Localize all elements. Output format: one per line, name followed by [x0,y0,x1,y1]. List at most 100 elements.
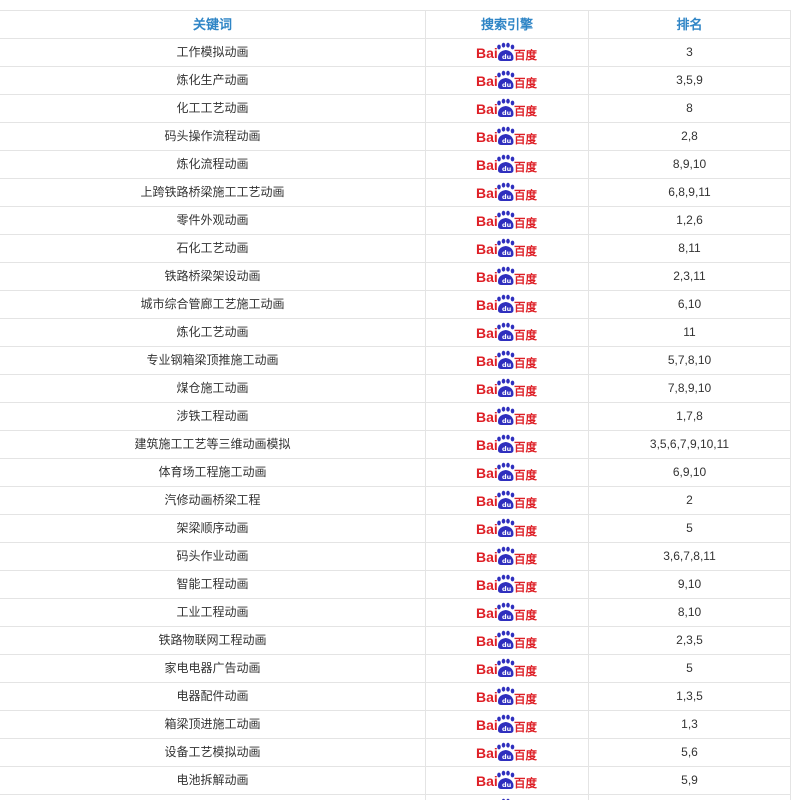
baidu-logo-text-right: 百度 [514,580,537,594]
baidu-logo-text-left: Bai [476,297,498,313]
rank-cell: 8,9,10 [672,157,707,171]
baidu-logo-text-right: 百度 [514,104,537,118]
keyword-cell: 炼化工艺动画 [176,325,249,339]
baidu-logo-icon[interactable]: Bai du 百度 [476,237,538,259]
rank-cell: 6,8,9,11 [668,185,711,199]
rank-cell: 1,3 [681,717,698,731]
engine-cell: Bai du 百度 [426,319,588,346]
baidu-logo-icon[interactable]: Bai du 百度 [476,741,538,763]
baidu-logo-icon[interactable]: Bai du 百度 [476,713,538,735]
engine-cell: Bai du 百度 [426,123,588,150]
table-row: 体育场工程施工动画 Bai du 百度 6,9,10 [0,459,790,487]
baidu-logo-text-right: 百度 [514,216,537,230]
baidu-logo-text-left: Bai [476,409,498,425]
svg-text:du: du [502,333,512,341]
baidu-logo-icon[interactable]: Bai du 百度 [476,293,538,315]
svg-text:du: du [502,389,512,397]
baidu-logo-icon[interactable]: Bai du 百度 [476,125,538,147]
baidu-logo-text-left: Bai [476,689,498,705]
table-row: 炼化工艺动画 Bai du 百度 11 [0,319,790,347]
engine-cell: Bai du 百度 [426,599,588,626]
rank-cell: 3,6,7,8,11 [663,549,716,563]
baidu-logo-icon[interactable]: Bai du 百度 [476,629,538,651]
engine-cell: Bai du 百度 [426,767,588,794]
table-row: 设备工艺模拟动画 Bai du 百度 5,6 [0,739,790,767]
rank-cell: 2 [686,493,693,507]
baidu-logo-text-right: 百度 [514,468,537,482]
engine-cell: Bai du 百度 [426,207,588,234]
baidu-logo-text-left: Bai [476,661,498,677]
baidu-logo-icon[interactable]: Bai du 百度 [476,321,538,343]
baidu-logo-text-left: Bai [476,773,498,789]
table-row: 工业工程动画 Bai du 百度 8,10 [0,599,790,627]
baidu-logo-icon[interactable]: Bai du 百度 [476,769,538,791]
baidu-logo-icon[interactable]: Bai du 百度 [476,685,538,707]
table-row: Bai du 百度 [0,795,790,800]
baidu-logo-icon[interactable]: Bai du 百度 [476,153,538,175]
rank-cell: 7,8,9,10 [667,381,712,395]
baidu-logo-icon[interactable]: Bai du 百度 [476,97,538,119]
keyword-cell: 炼化流程动画 [176,157,249,171]
baidu-logo-icon[interactable]: Bai du 百度 [476,349,538,371]
keyword-cell: 石化工艺动画 [176,241,249,255]
baidu-logo-icon[interactable]: Bai du 百度 [476,377,538,399]
table-row: 电池拆解动画 Bai du 百度 5,9 [0,767,790,795]
baidu-logo-icon[interactable]: Bai du 百度 [476,601,538,623]
baidu-logo-icon[interactable]: Bai du 百度 [476,265,538,287]
keyword-cell: 设备工艺模拟动画 [164,745,261,759]
baidu-logo-icon[interactable]: Bai du 百度 [476,489,538,511]
baidu-logo-text-right: 百度 [514,188,537,202]
engine-cell: Bai du 百度 [426,571,588,598]
svg-text:du: du [502,305,512,313]
baidu-logo-icon[interactable]: Bai du 百度 [476,405,538,427]
baidu-logo-text-right: 百度 [514,720,537,734]
baidu-logo-icon[interactable]: Bai du 百度 [476,517,538,539]
baidu-logo-icon[interactable]: Bai du 百度 [476,573,538,595]
keyword-cell: 煤仓施工动画 [176,381,249,395]
keyword-cell: 建筑施工工艺等三维动画模拟 [134,437,291,451]
keyword-cell: 码头操作流程动画 [164,129,261,143]
table-row: 城市综合管廊工艺施工动画 Bai du 百度 6,10 [0,291,790,319]
baidu-logo-icon[interactable]: Bai du 百度 [476,461,538,483]
svg-text:du: du [502,165,512,173]
baidu-logo-icon[interactable]: Bai du 百度 [476,545,538,567]
baidu-logo-text-right: 百度 [514,440,537,454]
baidu-logo-icon[interactable]: Bai du 百度 [476,69,538,91]
baidu-logo-text-left: Bai [476,381,498,397]
keyword-cell: 架梁顺序动画 [176,521,249,535]
rank-cell: 11 [683,325,696,339]
baidu-logo-text-right: 百度 [514,636,537,650]
keyword-cell [0,795,425,800]
keyword-cell: 零件外观动画 [176,213,249,227]
baidu-logo-icon[interactable]: Bai du 百度 [476,41,538,63]
engine-cell: Bai du 百度 [426,683,588,710]
baidu-logo-text-left: Bai [476,465,498,481]
baidu-logo-icon[interactable]: Bai du 百度 [476,433,538,455]
rank-cell: 5 [686,661,693,675]
rank-cell: 2,8 [681,129,698,143]
baidu-logo-text-right: 百度 [514,412,537,426]
svg-text:du: du [502,697,512,705]
baidu-logo-icon[interactable]: Bai du 百度 [476,181,538,203]
svg-text:du: du [502,249,512,257]
keyword-cell: 上跨铁路桥梁施工工艺动画 [140,185,285,199]
svg-text:du: du [502,725,512,733]
baidu-logo-icon[interactable]: Bai du 百度 [476,657,538,679]
keyword-cell: 炼化生产动画 [176,73,249,87]
svg-text:du: du [502,81,512,89]
rank-cell: 6,9,10 [672,465,707,479]
table-row: 建筑施工工艺等三维动画模拟 Bai du 百度 3,5,6,7,9,10,11 [0,431,790,459]
rank-cell: 8,10 [677,605,702,619]
keyword-cell: 电池拆解动画 [176,773,249,787]
keyword-cell: 铁路物联网工程动画 [158,633,267,647]
table-row: 铁路物联网工程动画 Bai du 百度 2,3,5 [0,627,790,655]
rank-cell: 1,7,8 [676,409,703,423]
baidu-logo-icon[interactable]: Bai du 百度 [476,209,538,231]
svg-text:du: du [502,193,512,201]
table-row: 架梁顺序动画 Bai du 百度 5 [0,515,790,543]
rank-cell: 5,7,8,10 [667,353,712,367]
table-row: 工作模拟动画 Bai du 百度 3 [0,39,790,67]
rank-cell: 8 [686,101,693,115]
keyword-cell: 家电电器广告动画 [164,661,261,675]
table-row: 汽修动画桥梁工程 Bai du 百度 2 [0,487,790,515]
